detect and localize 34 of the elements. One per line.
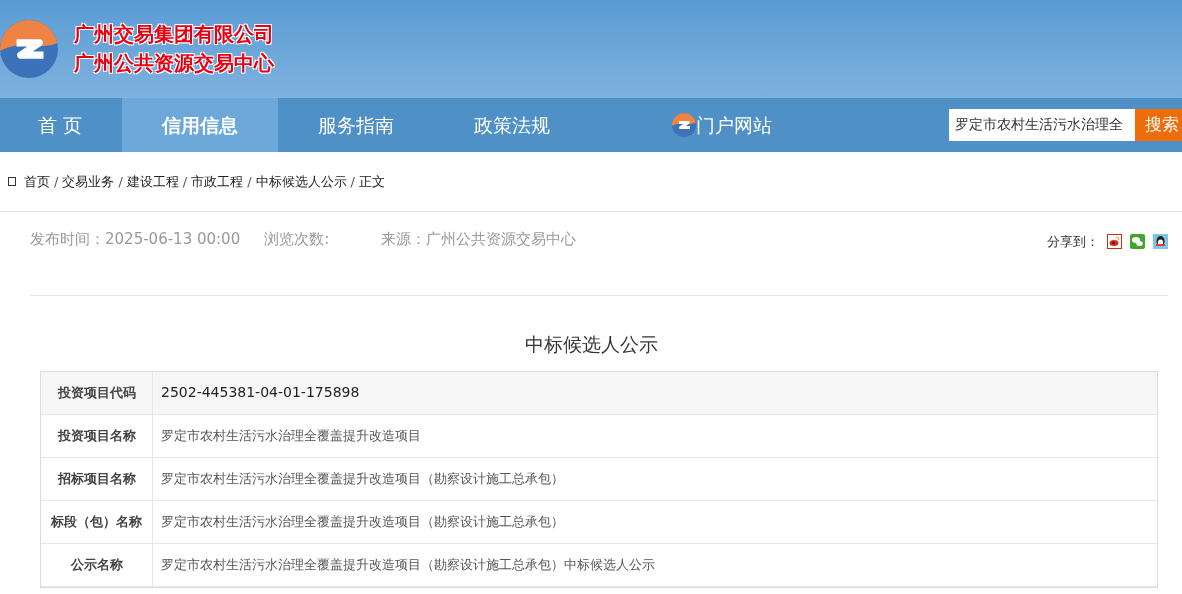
wechat-share-icon[interactable] <box>1130 234 1145 250</box>
breadcrumb-separator: / <box>54 172 59 191</box>
field-value: 罗定市农村生活污水治理全覆盖提升改造项目（勘察设计施工总承包）中标候选人公示 <box>160 555 655 574</box>
field-value: 罗定市农村生活污水治理全覆盖提升改造项目 <box>160 426 421 445</box>
publish-date: 发布时间：2025-06-13 00:00 <box>30 229 241 250</box>
breadcrumb-link[interactable]: 建设工程 <box>126 171 179 192</box>
article-title: 中标候选人公示 <box>523 332 659 357</box>
field-label: 投资项目代码 <box>41 371 153 414</box>
breadcrumb-separator: / <box>247 172 252 191</box>
search-field[interactable]: 罗定市农村生活污水治理全 <box>949 109 1135 141</box>
site-title: 广州公共资源交易中心 <box>74 50 274 77</box>
field-value: 罗定市农村生活污水治理全覆盖提升改造项目（勘察设计施工总承包） <box>160 469 564 488</box>
breadcrumb-separator: / <box>350 172 355 191</box>
logo-icon <box>672 113 697 137</box>
field-label: 公示名称 <box>41 543 153 586</box>
site-title: 广州交易集团有限公司 <box>74 21 274 48</box>
share-label: 分享到： <box>1047 233 1099 251</box>
breadcrumb-link[interactable]: 中标候选人公示 <box>255 171 347 192</box>
source: 来源：广州公共资源交易中心 <box>381 229 577 250</box>
field-value: 罗定市农村生活污水治理全覆盖提升改造项目（勘察设计施工总承包） <box>160 512 564 531</box>
view-count: 浏览次数: <box>264 229 330 250</box>
field-label: 招标项目名称 <box>41 457 153 500</box>
field-label: 投资项目名称 <box>41 414 153 457</box>
breadcrumb-separator: / <box>182 172 188 191</box>
field-label: 标段（包）名称 <box>41 500 153 543</box>
penguin-share-icon[interactable] <box>1153 234 1168 250</box>
breadcrumb-link[interactable]: 交易业务 <box>62 171 115 192</box>
breadcrumb-separator: / <box>118 172 123 191</box>
weibo-share-icon[interactable] <box>1107 234 1122 250</box>
breadcrumb-link[interactable]: 正文 <box>358 171 385 192</box>
breadcrumb-link[interactable]: 市政工程 <box>191 171 244 192</box>
field-value: 2502-445381-04-01-175898 <box>160 383 360 402</box>
breadcrumb-link[interactable]: 首页 <box>24 171 50 192</box>
logo-icon <box>0 20 58 78</box>
